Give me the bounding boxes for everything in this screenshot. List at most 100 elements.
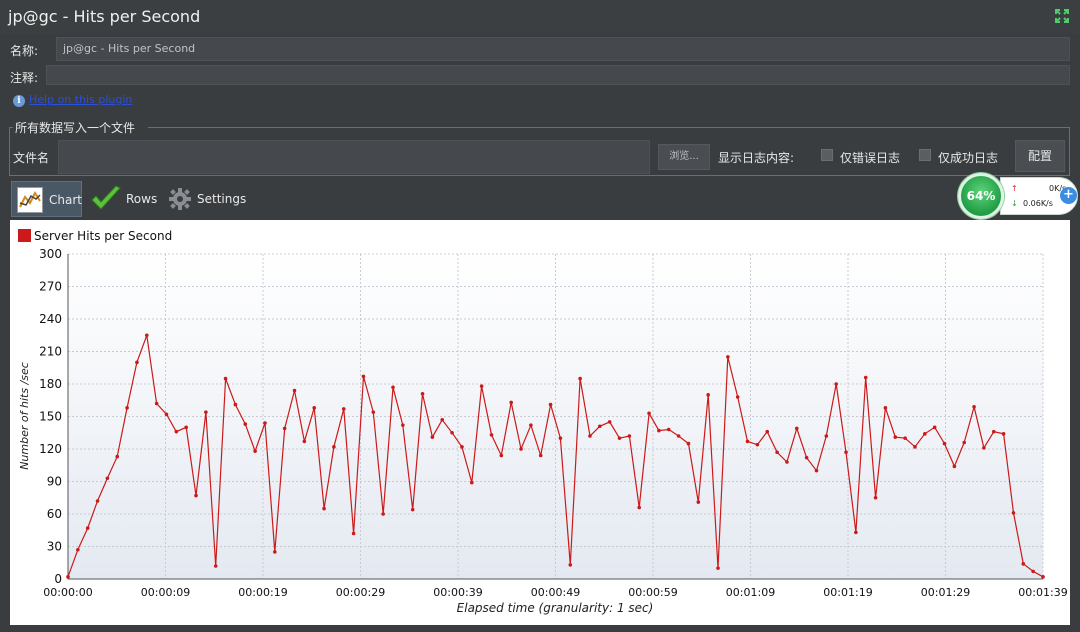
- name-label: 名称:: [10, 44, 39, 58]
- data-point: [223, 376, 228, 381]
- data-point: [627, 434, 632, 438]
- y-tick-label: 0: [54, 572, 62, 586]
- data-point: [637, 505, 642, 510]
- data-point: [233, 402, 238, 407]
- x-tick-label: 00:00:29: [336, 586, 385, 599]
- data-point: [420, 391, 425, 396]
- data-point: [273, 550, 277, 554]
- data-point: [657, 428, 661, 433]
- data-point: [85, 526, 90, 530]
- tab-rows[interactable]: Rows: [86, 181, 162, 217]
- data-point: [519, 447, 523, 451]
- gear-icon: [169, 188, 191, 210]
- x-tick-label: 00:01:39: [1018, 586, 1067, 599]
- data-point: [174, 429, 179, 434]
- errors-only-checkbox[interactable]: [821, 149, 833, 161]
- plus-icon[interactable]: +: [1060, 187, 1077, 204]
- data-point: [666, 427, 671, 432]
- filename-input[interactable]: [58, 140, 650, 174]
- data-point: [460, 445, 464, 449]
- chart-panel: Server Hits per Second Number of hits /s…: [10, 220, 1070, 625]
- success-only-checkbox[interactable]: [919, 149, 931, 161]
- data-point: [440, 417, 445, 422]
- x-tick-label: 00:01:29: [921, 586, 970, 599]
- data-point: [696, 500, 701, 504]
- download-speed: 0.06K/s: [1023, 199, 1053, 208]
- data-point: [726, 355, 730, 359]
- data-point: [351, 531, 356, 536]
- tab-settings-label: Settings: [197, 192, 247, 206]
- data-point: [982, 446, 986, 450]
- data-point: [1001, 432, 1006, 436]
- data-point: [135, 360, 139, 365]
- data-point: [292, 388, 297, 393]
- data-point: [991, 429, 996, 434]
- data-point: [450, 430, 454, 435]
- data-point: [66, 575, 70, 579]
- tab-chart[interactable]: Chart: [11, 181, 82, 217]
- data-point: [716, 566, 720, 570]
- x-tick-label: 00:00:09: [141, 586, 190, 599]
- data-point: [302, 439, 307, 444]
- name-input[interactable]: jp@gc - Hits per Second: [56, 37, 1070, 61]
- data-point: [775, 450, 779, 455]
- data-point: [1011, 511, 1016, 515]
- data-point: [735, 395, 740, 399]
- data-point: [538, 453, 543, 458]
- data-point: [332, 445, 336, 449]
- y-tick-label: 210: [39, 345, 62, 359]
- errors-only-label: 仅错误日志: [840, 151, 901, 165]
- data-point: [164, 412, 169, 417]
- data-point: [430, 435, 435, 439]
- data-point: [647, 411, 651, 416]
- data-point: [755, 442, 760, 447]
- data-point: [401, 423, 405, 427]
- data-point: [194, 493, 198, 498]
- data-point: [489, 433, 494, 437]
- group-border: [148, 127, 1070, 128]
- comment-input[interactable]: [46, 65, 1070, 85]
- data-point: [578, 376, 582, 381]
- x-tick-label: 00:00:19: [238, 586, 287, 599]
- y-tick-label: 270: [39, 280, 62, 294]
- data-point: [1031, 569, 1035, 574]
- y-tick-label: 30: [47, 540, 62, 554]
- checkmark-icon: [91, 185, 121, 210]
- download-arrow-icon: ↓: [1011, 199, 1018, 208]
- data-point: [863, 375, 868, 380]
- y-tick-label: 120: [39, 442, 62, 456]
- data-point: [558, 436, 563, 440]
- comment-label: 注释:: [10, 71, 39, 85]
- data-point: [903, 436, 907, 440]
- help-link[interactable]: Help on this plugin: [29, 93, 132, 106]
- data-point: [548, 402, 553, 407]
- data-point: [95, 499, 100, 503]
- data-point: [676, 434, 681, 438]
- chart-line-icon: [17, 187, 43, 213]
- x-tick-label: 00:01:19: [823, 586, 872, 599]
- data-point: [312, 406, 317, 410]
- filename-label: 文件名: [13, 151, 50, 165]
- data-point: [785, 460, 789, 464]
- log-content-label: 显示日志内容:: [718, 151, 795, 165]
- data-point: [410, 507, 415, 512]
- data-point: [617, 436, 622, 440]
- x-tick-label: 00:00:49: [531, 586, 580, 599]
- data-point: [479, 384, 484, 388]
- window-title: jp@gc - Hits per Second: [8, 7, 201, 26]
- browse-button[interactable]: 浏览...: [658, 144, 710, 170]
- data-point: [243, 422, 248, 426]
- data-point: [952, 464, 957, 469]
- data-point: [282, 426, 287, 431]
- tab-settings[interactable]: Settings: [164, 181, 248, 217]
- info-icon: i: [13, 95, 25, 107]
- x-tick-label: 00:00:39: [433, 586, 482, 599]
- configure-button[interactable]: 配置: [1015, 140, 1065, 172]
- data-point: [804, 455, 809, 460]
- tab-chart-label: Chart: [49, 193, 82, 207]
- network-widget[interactable]: ↑ 0K/s ↓ 0.06K/s 64% +: [956, 172, 1080, 220]
- expand-arrows-icon[interactable]: [1054, 8, 1070, 24]
- data-point: [381, 512, 385, 516]
- file-group-title: 所有数据写入一个文件: [13, 119, 138, 136]
- data-point: [361, 374, 366, 379]
